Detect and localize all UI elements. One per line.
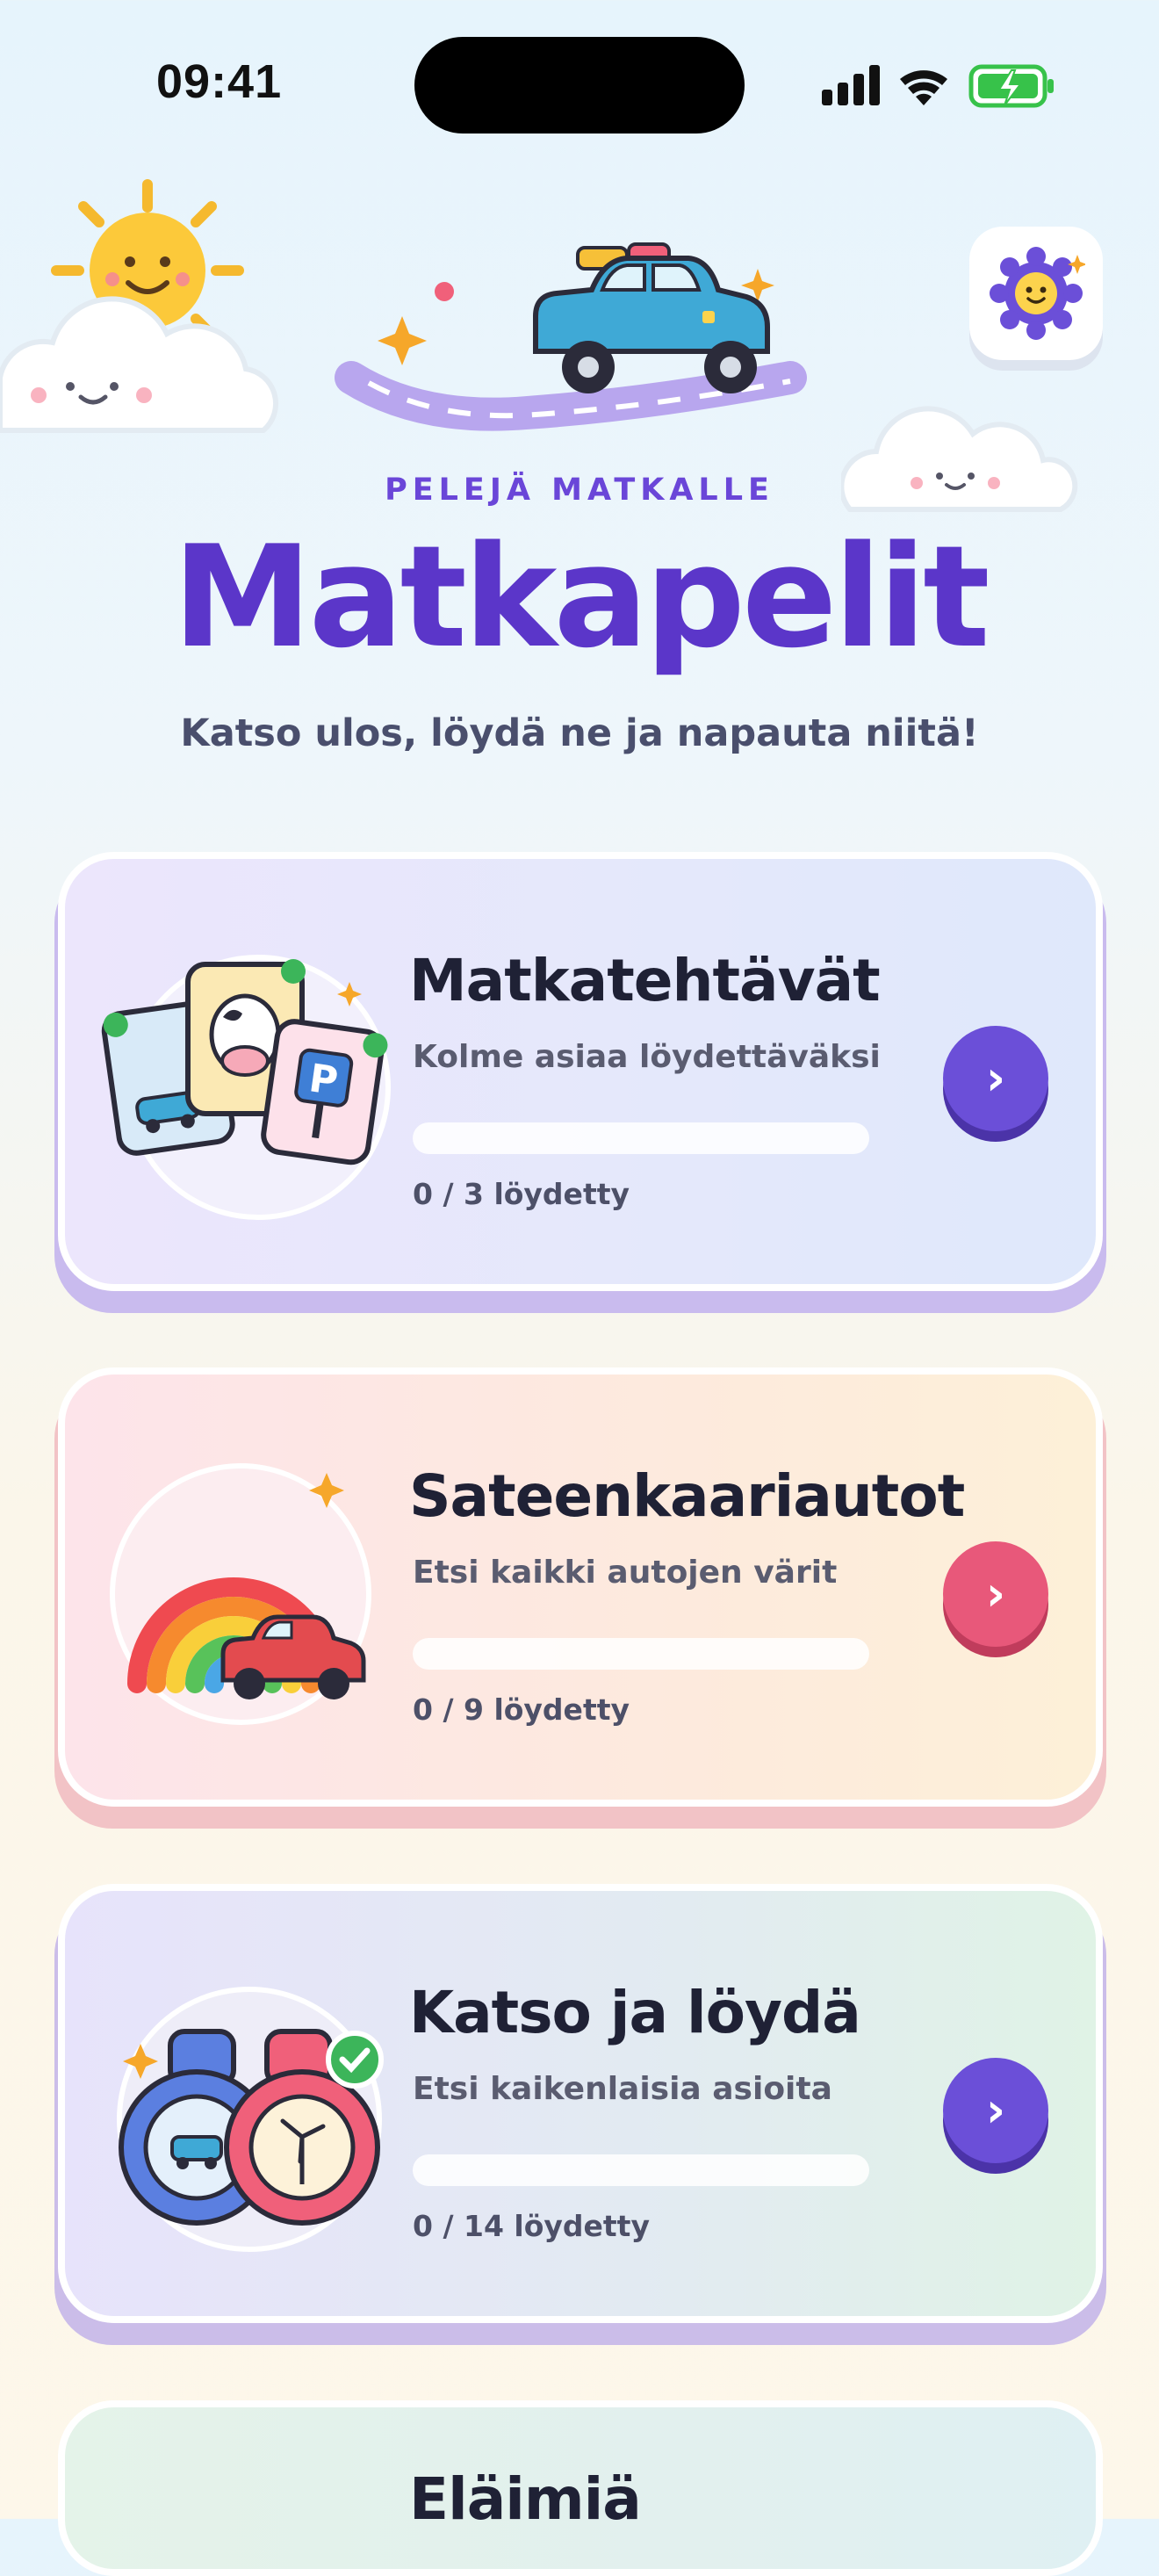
- card-title: Eläimiä: [409, 2465, 642, 2533]
- wifi-icon: [900, 70, 947, 105]
- game-card-elaimia[interactable]: Eläimiä: [58, 2400, 1103, 2576]
- progress-bar: [413, 1638, 869, 1670]
- signal-icon: [822, 65, 880, 105]
- task-cards-icon: P: [101, 955, 391, 1220]
- card-description: Etsi kaikenlaisia asioita: [413, 2071, 832, 2107]
- card-title: Matkatehtävät: [409, 947, 881, 1014]
- header-eyebrow: PELEJÄ MATKALLE: [385, 473, 774, 508]
- card-description: Etsi kaikki autojen värit: [413, 1555, 838, 1591]
- settings-button[interactable]: [969, 227, 1103, 360]
- found-count: 0 / 9 löydetty: [413, 1692, 630, 1727]
- chevron-right-icon: ›: [985, 1566, 1006, 1621]
- car-icon: [533, 242, 770, 393]
- page-title: Matkapelit: [172, 515, 990, 679]
- open-game-button[interactable]: ›: [943, 1541, 1048, 1647]
- gear-smiley-icon: [990, 247, 1085, 340]
- open-game-button[interactable]: ›: [943, 2058, 1048, 2163]
- game-card-katso-ja-loyda[interactable]: Katso ja löydä Etsi kaikenlaisia asioita…: [58, 1884, 1103, 2323]
- status-time: 09:41: [156, 55, 283, 108]
- found-count: 0 / 3 löydetty: [413, 1177, 630, 1211]
- page-subtitle: Katso ulos, löydä ne ja napauta niitä!: [180, 711, 979, 755]
- binoculars-icon: [117, 1987, 384, 2252]
- car-road-illustration: [335, 242, 807, 431]
- chevron-right-icon: ›: [985, 1050, 1006, 1106]
- battery-icon: [968, 64, 1054, 108]
- game-card-sateenkaariautot[interactable]: Sateenkaariautot Etsi kaikki autojen vär…: [58, 1367, 1103, 1807]
- open-game-button[interactable]: ›: [943, 1026, 1048, 1131]
- status-icons: [822, 64, 1054, 108]
- card-description: Kolme asiaa löydettäväksi: [413, 1039, 881, 1075]
- card-title: Katso ja löydä: [409, 1979, 861, 2046]
- chevron-right-icon: ›: [985, 2082, 1006, 2138]
- progress-bar: [413, 2154, 869, 2186]
- card-title: Sateenkaariautot: [409, 1462, 965, 1530]
- dynamic-island: [414, 37, 745, 133]
- rainbow-car-icon: [110, 1463, 371, 1725]
- sun-cloud-illustration: [0, 179, 279, 433]
- cloud-icon: [0, 296, 279, 433]
- found-count: 0 / 14 löydetty: [413, 2209, 650, 2243]
- game-card-matkatehtavat[interactable]: P Matkatehtävät Kolme asiaa löydettäväks…: [58, 852, 1103, 1291]
- progress-bar: [413, 1122, 869, 1154]
